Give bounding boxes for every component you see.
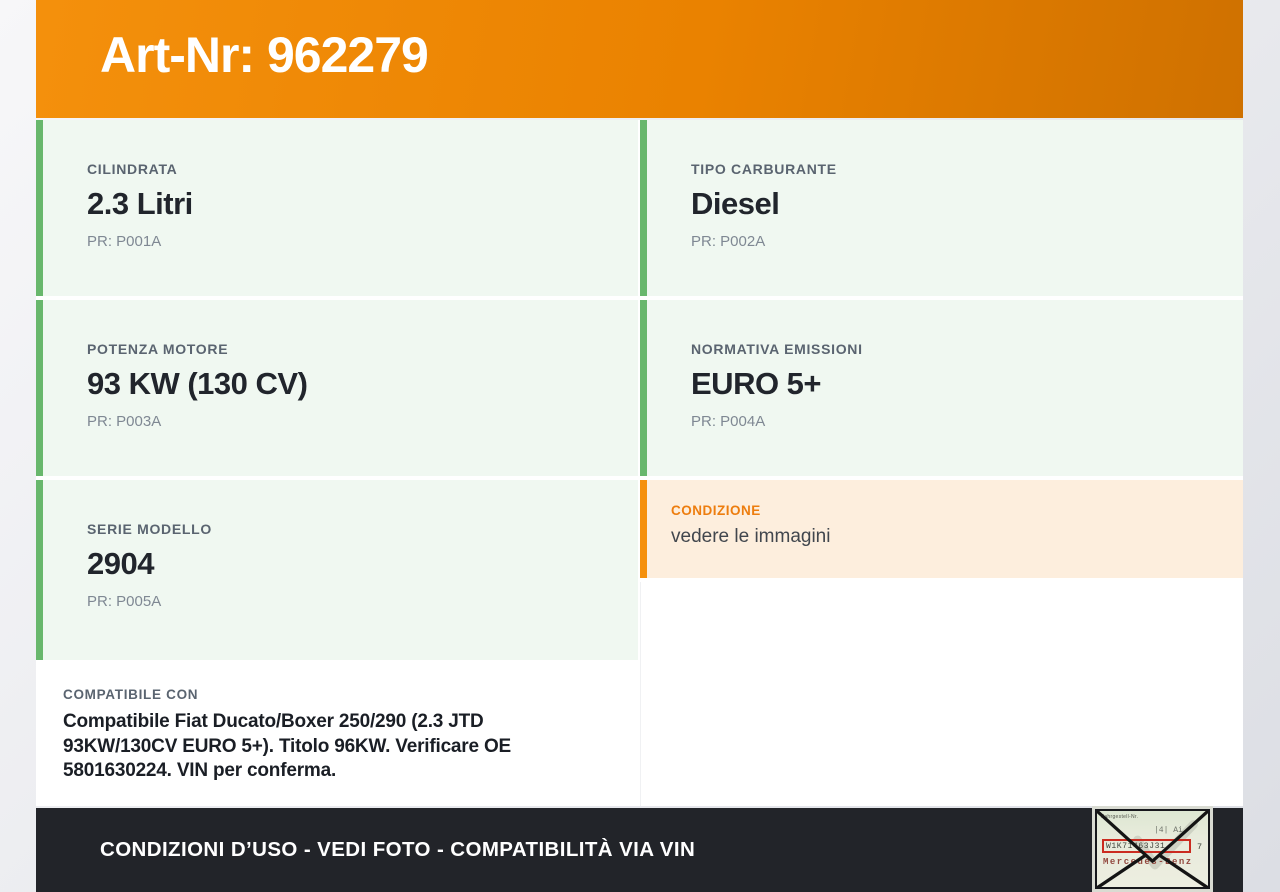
- card-label: CILINDRATA: [87, 161, 178, 177]
- condition-card: CONDIZIONE vedere le immagini: [640, 480, 1243, 578]
- spec-column-right: TIPO CARBURANTE Diesel PR: P002A NORMATI…: [640, 120, 1243, 806]
- article-number-title: Art-Nr: 962279: [100, 27, 429, 83]
- card-pr-code: PR: P002A: [691, 233, 766, 250]
- listing-page: Art-Nr: 962279 CILINDRATA 2.3 Litri PR: …: [36, 0, 1243, 892]
- spec-card-tipo-carburante: TIPO CARBURANTE Diesel PR: P002A: [640, 120, 1243, 296]
- card-pr-code: PR: P003A: [87, 413, 162, 430]
- card-label: POTENZA MOTORE: [87, 341, 229, 357]
- condition-value: vedere le immagini: [671, 526, 831, 547]
- footer-bar: CONDIZIONI D’USO - VEDI FOTO - COMPATIBI…: [36, 808, 1243, 892]
- empty-filler: [640, 582, 1243, 806]
- compatibility-card: COMPATIBILE CON Compatibile Fiat Ducato/…: [36, 664, 638, 804]
- compatibility-text: Compatibile Fiat Ducato/Boxer 250/290 (2…: [63, 711, 511, 781]
- card-pr-code: PR: P001A: [87, 233, 162, 250]
- card-value: 93 KW (130 CV): [87, 366, 308, 401]
- envelope-icon: [1097, 811, 1208, 887]
- card-value: 2.3 Litri: [87, 186, 193, 221]
- vehicle-document-thumbnail: Fahrgestell-Nr. |4| Ai W1K71463J31 7 Mer…: [1095, 809, 1210, 889]
- header-banner: Art-Nr: 962279: [36, 0, 1243, 118]
- card-pr-code: PR: P004A: [691, 413, 766, 430]
- compatibility-label: COMPATIBILE CON: [63, 687, 199, 702]
- spec-card-normativa-emissioni: NORMATIVA EMISSIONI EURO 5+ PR: P004A: [640, 300, 1243, 476]
- card-label: NORMATIVA EMISSIONI: [691, 341, 863, 357]
- condition-label: CONDIZIONE: [671, 503, 761, 518]
- card-pr-code: PR: P005A: [87, 593, 162, 610]
- spec-grid: CILINDRATA 2.3 Litri PR: P001A POTENZA M…: [36, 120, 1243, 806]
- card-value: EURO 5+: [691, 366, 822, 401]
- card-label: TIPO CARBURANTE: [691, 161, 837, 177]
- footer-conditions-text: CONDIZIONI D’USO - VEDI FOTO - COMPATIBI…: [100, 838, 696, 861]
- spec-column-left: CILINDRATA 2.3 Litri PR: P001A POTENZA M…: [36, 120, 638, 806]
- card-value: Diesel: [691, 186, 780, 221]
- spec-card-serie-modello: SERIE MODELLO 2904 PR: P005A: [36, 480, 638, 660]
- card-value: 2904: [87, 546, 154, 581]
- spec-card-cilindrata: CILINDRATA 2.3 Litri PR: P001A: [36, 120, 638, 296]
- card-label: SERIE MODELLO: [87, 521, 212, 537]
- spec-card-potenza-motore: POTENZA MOTORE 93 KW (130 CV) PR: P003A: [36, 300, 638, 476]
